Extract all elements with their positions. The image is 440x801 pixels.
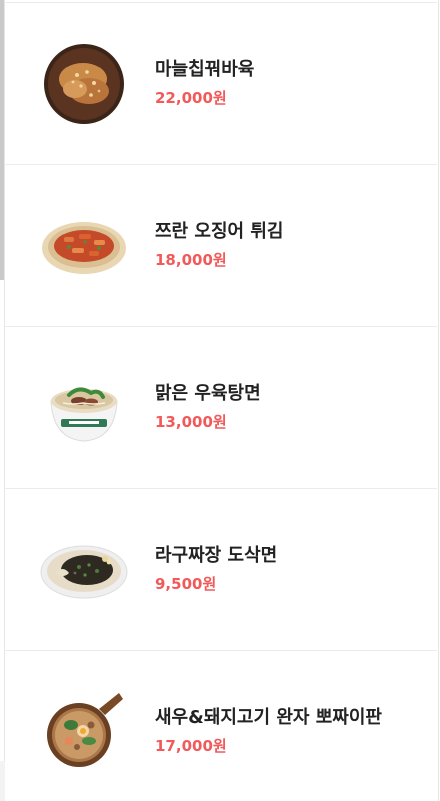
menu-item-text: 마늘칩꿔바육 22,000원: [155, 58, 254, 108]
claypot-rice-dish-icon: [39, 687, 129, 777]
menu-list: 마늘칩꿔바육 22,000원 쯔란 오징어 튀김 18,000원 맑은 우육탕면…: [5, 2, 437, 801]
menu-item-name: 맑은 우육탕면: [155, 383, 261, 404]
menu-item-price: 17,000원: [155, 737, 227, 755]
menu-item-price: 13,000원: [155, 413, 227, 431]
menu-item-price: 9,500원: [155, 575, 217, 593]
ragu-jjajang-noodle-dish-icon: [39, 525, 129, 615]
menu-item-text: 쯔란 오징어 튀김 18,000원: [155, 220, 283, 270]
menu-item-name: 쯔란 오징어 튀김: [155, 221, 284, 242]
menu-item-name: 마늘칩꿔바육: [155, 59, 255, 80]
menu-item-beef-noodle-soup[interactable]: 맑은 우육탕면 13,000원: [5, 326, 437, 488]
menu-item-ragu-jjajang[interactable]: 라구짜장 도삭면 9,500원: [5, 488, 437, 650]
menu-item-cumin-squid[interactable]: 쯔란 오징어 튀김 18,000원: [5, 164, 437, 326]
menu-item-name: 새우&돼지고기 완자 뽀짜이판: [155, 707, 382, 728]
menu-item-price: 22,000원: [155, 89, 227, 107]
cumin-squid-fry-dish-icon: [39, 201, 129, 291]
menu-item-text: 맑은 우육탕면 13,000원: [155, 382, 261, 432]
bottom-edge-shade: [0, 761, 5, 801]
menu-item-claypot-rice[interactable]: 새우&돼지고기 완자 뽀짜이판 17,000원: [5, 650, 437, 801]
menu-item-name: 라구짜장 도삭면: [155, 545, 278, 566]
right-divider: [438, 0, 439, 801]
menu-item-text: 라구짜장 도삭면 9,500원: [155, 544, 277, 594]
beef-noodle-soup-bowl-icon: [39, 363, 129, 453]
menu-item-garlic-pork[interactable]: 마늘칩꿔바육 22,000원: [5, 2, 437, 164]
menu-item-price: 18,000원: [155, 251, 227, 269]
menu-viewport: 마늘칩꿔바육 22,000원 쯔란 오징어 튀김 18,000원 맑은 우육탕면…: [0, 0, 440, 801]
menu-item-text: 새우&돼지고기 완자 뽀짜이판 17,000원: [155, 706, 382, 756]
garlic-chip-pork-dish-icon: [39, 39, 129, 129]
